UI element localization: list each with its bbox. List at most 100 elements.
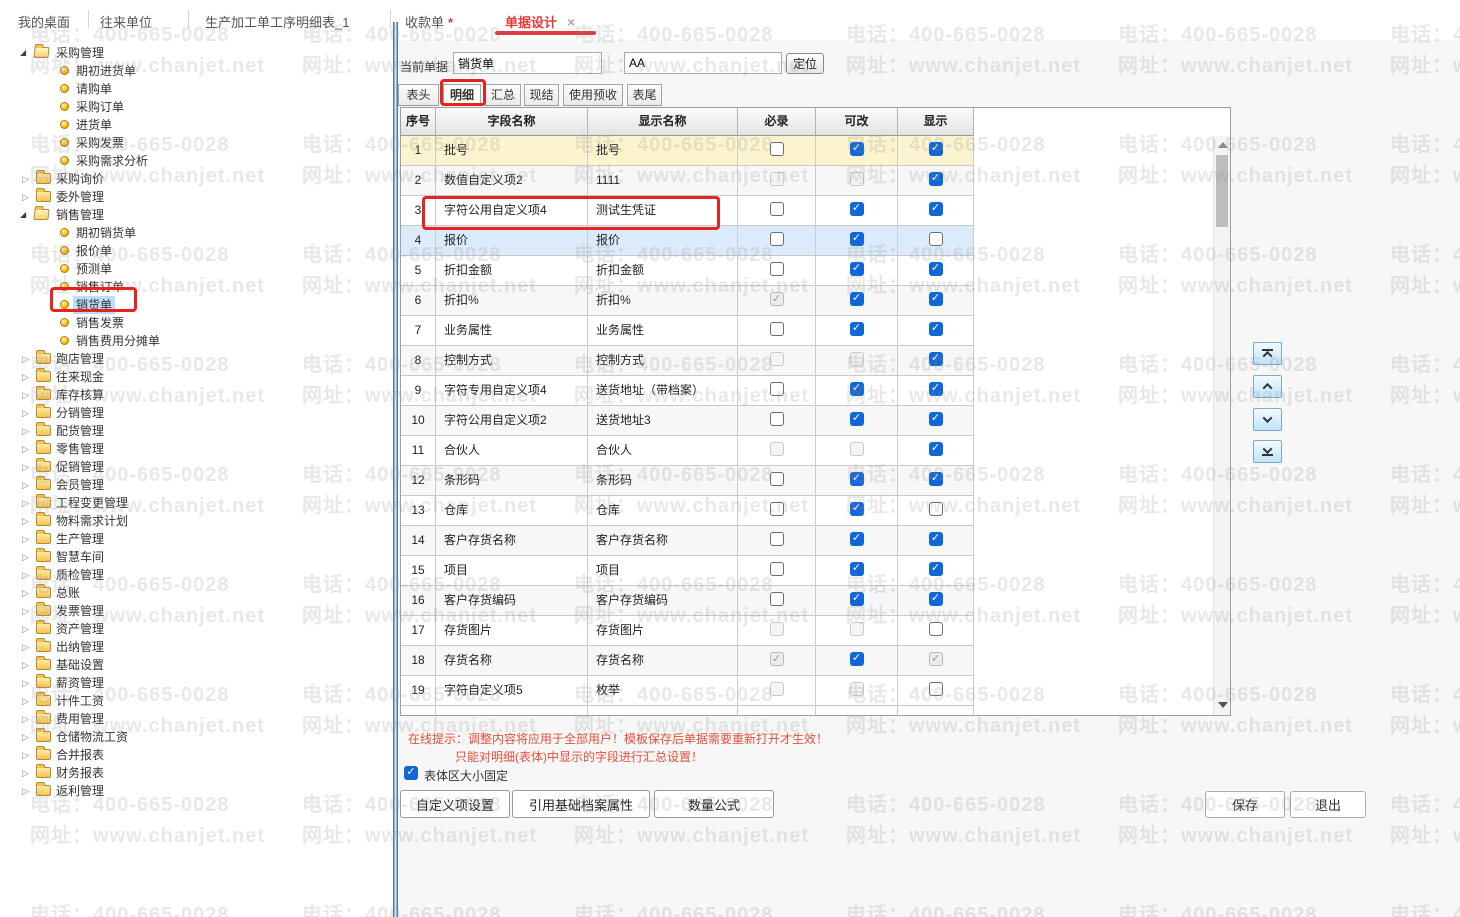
checkbox-unchecked[interactable] xyxy=(770,562,784,576)
column-header-可改[interactable]: 可改 xyxy=(816,108,898,136)
sidebar-item-配货管理[interactable]: ▷配货管理 xyxy=(0,422,393,440)
save-button[interactable]: 保存 xyxy=(1205,791,1285,818)
sidebar-item-销售订单[interactable]: 销售订单 xyxy=(0,278,393,296)
collapse-icon[interactable]: ▷ xyxy=(22,746,29,764)
collapse-icon[interactable]: ▷ xyxy=(22,782,29,800)
sidebar-item-出纳管理[interactable]: ▷出纳管理 xyxy=(0,638,393,656)
required-cell[interactable] xyxy=(738,346,816,376)
custom-items-settings-button[interactable]: 自定义项设置 xyxy=(400,790,510,818)
required-cell[interactable] xyxy=(738,616,816,646)
collapse-icon[interactable]: ▷ xyxy=(22,656,29,674)
editable-cell[interactable]: ✓ xyxy=(816,376,898,406)
checkbox-checked[interactable]: ✓ xyxy=(850,472,864,486)
body-size-fixed-checkbox[interactable]: ✓ xyxy=(404,766,418,780)
required-cell[interactable] xyxy=(738,526,816,556)
required-cell[interactable] xyxy=(738,226,816,256)
collapse-icon[interactable]: ▷ xyxy=(22,620,29,638)
editable-cell[interactable] xyxy=(816,616,898,646)
required-cell[interactable] xyxy=(738,436,816,466)
close-icon[interactable]: × xyxy=(567,14,575,30)
sidebar-item-仓储物流工资[interactable]: ▷仓储物流工资 xyxy=(0,728,393,746)
checkbox-unchecked[interactable] xyxy=(929,232,943,246)
checkbox-checked[interactable]: ✓ xyxy=(850,262,864,276)
visible-cell[interactable]: ✓ xyxy=(898,556,974,586)
column-header-显示名称[interactable]: 显示名称 xyxy=(588,108,738,136)
sidebar-item-返利管理[interactable]: ▷返利管理 xyxy=(0,782,393,800)
column-header-必录[interactable]: 必录 xyxy=(738,108,816,136)
tab-往来单位[interactable]: 往来单位 xyxy=(100,12,152,31)
collapse-icon[interactable]: ▷ xyxy=(22,512,29,530)
collapse-icon[interactable]: ▷ xyxy=(22,566,29,584)
sidebar-item-销售发票[interactable]: 销售发票 xyxy=(0,314,393,332)
visible-cell[interactable]: ✓ xyxy=(898,376,974,406)
sidebar-item-生产管理[interactable]: ▷生产管理 xyxy=(0,530,393,548)
sidebar-item-合并报表[interactable]: ▷合并报表 xyxy=(0,746,393,764)
sidebar-item-基础设置[interactable]: ▷基础设置 xyxy=(0,656,393,674)
checkbox-unchecked[interactable] xyxy=(770,502,784,516)
checkbox-unchecked[interactable] xyxy=(770,202,784,216)
checkbox-checked[interactable]: ✓ xyxy=(929,202,943,216)
sidebar-item-跑店管理[interactable]: ▷跑店管理 xyxy=(0,350,393,368)
required-cell[interactable] xyxy=(738,406,816,436)
sidebar-item-费用管理[interactable]: ▷费用管理 xyxy=(0,710,393,728)
visible-cell[interactable]: ✓ xyxy=(898,256,974,286)
sidebar-item-零售管理[interactable]: ▷零售管理 xyxy=(0,440,393,458)
sidebar-item-采购订单[interactable]: 采购订单 xyxy=(0,98,393,116)
collapse-icon[interactable]: ▷ xyxy=(22,584,29,602)
visible-cell[interactable]: ✓ xyxy=(898,286,974,316)
collapse-icon[interactable]: ▷ xyxy=(22,728,29,746)
collapse-icon[interactable]: ▷ xyxy=(22,170,29,188)
required-cell[interactable] xyxy=(738,316,816,346)
checkbox-checked[interactable]: ✓ xyxy=(850,382,864,396)
required-cell[interactable] xyxy=(738,166,816,196)
checkbox-checked[interactable]: ✓ xyxy=(929,262,943,276)
expand-icon[interactable]: ◢ xyxy=(20,44,26,62)
move-up-button[interactable] xyxy=(1253,375,1282,398)
tab-单据设计[interactable]: 单据设计× xyxy=(505,12,575,31)
visible-cell[interactable]: ✓ xyxy=(898,526,974,556)
visible-cell[interactable] xyxy=(898,676,974,706)
sidebar-item-期初进货单[interactable]: 期初进货单 xyxy=(0,62,393,80)
checkbox-checked[interactable]: ✓ xyxy=(850,532,864,546)
detail-tab-表头[interactable]: 表头 xyxy=(398,84,439,106)
editable-cell[interactable]: ✓ xyxy=(816,406,898,436)
checkbox-unchecked[interactable] xyxy=(929,622,943,636)
sidebar-item-物料需求计划[interactable]: ▷物料需求计划 xyxy=(0,512,393,530)
sidebar-item-发票管理[interactable]: ▷发票管理 xyxy=(0,602,393,620)
collapse-icon[interactable]: ▷ xyxy=(22,422,29,440)
required-cell[interactable] xyxy=(738,586,816,616)
required-cell[interactable] xyxy=(738,496,816,526)
editable-cell[interactable]: ✓ xyxy=(816,256,898,286)
sidebar-item-薪资管理[interactable]: ▷薪资管理 xyxy=(0,674,393,692)
sidebar-item-质检管理[interactable]: ▷质检管理 xyxy=(0,566,393,584)
collapse-icon[interactable]: ▷ xyxy=(22,710,29,728)
editable-cell[interactable]: ✓ xyxy=(816,136,898,166)
sidebar-item-计件工资[interactable]: ▷计件工资 xyxy=(0,692,393,710)
checkbox-checked[interactable]: ✓ xyxy=(850,412,864,426)
checkbox-unchecked[interactable] xyxy=(929,682,943,696)
collapse-icon[interactable]: ▷ xyxy=(22,674,29,692)
collapse-icon[interactable]: ▷ xyxy=(22,602,29,620)
sidebar-item-采购管理[interactable]: ◢采购管理 xyxy=(0,44,393,62)
checkbox-unchecked[interactable] xyxy=(770,262,784,276)
sidebar-item-采购询价[interactable]: ▷采购询价 xyxy=(0,170,393,188)
locate-button[interactable]: 定位 xyxy=(786,53,824,74)
sidebar-item-销货单[interactable]: 销货单 xyxy=(0,296,393,314)
visible-cell[interactable]: ✓ xyxy=(898,406,974,436)
scrollbar-thumb[interactable] xyxy=(1216,155,1228,227)
column-header-显示[interactable]: 显示 xyxy=(898,108,974,136)
column-header-字段名称[interactable]: 字段名称 xyxy=(436,108,588,136)
required-cell[interactable] xyxy=(738,676,816,706)
editable-cell[interactable]: ✓ xyxy=(816,196,898,226)
required-cell[interactable] xyxy=(738,556,816,586)
collapse-icon[interactable]: ▷ xyxy=(22,350,29,368)
checkbox-unchecked[interactable] xyxy=(770,232,784,246)
checkbox-checked[interactable]: ✓ xyxy=(929,172,943,186)
sidebar-item-销售管理[interactable]: ◢销售管理 xyxy=(0,206,393,224)
checkbox-unchecked[interactable] xyxy=(770,532,784,546)
checkbox-unchecked[interactable] xyxy=(770,592,784,606)
exit-button[interactable]: 退出 xyxy=(1290,791,1366,818)
collapse-icon[interactable]: ▷ xyxy=(22,188,29,206)
checkbox-checked[interactable]: ✓ xyxy=(929,562,943,576)
editable-cell[interactable] xyxy=(816,346,898,376)
